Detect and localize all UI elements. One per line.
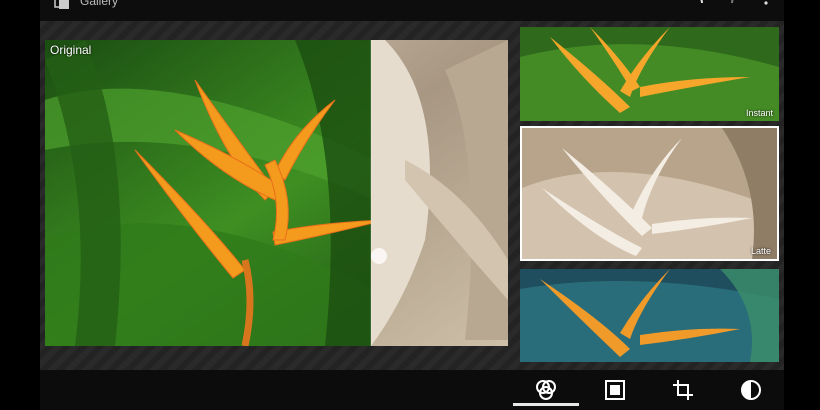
filter-thumb-instant[interactable]: Instant (520, 27, 779, 121)
filter-preview-instant (520, 27, 779, 121)
redo-icon[interactable] (726, 0, 746, 11)
photo-compare-view[interactable]: Original (45, 40, 508, 346)
filter-label: Instant (745, 108, 773, 118)
filter-label: Latte (750, 246, 771, 256)
frame-icon (605, 380, 625, 400)
undo-icon[interactable] (688, 0, 708, 11)
editor-toolbar (40, 370, 784, 410)
photo-preview (45, 40, 508, 346)
overflow-menu-icon[interactable] (756, 0, 776, 11)
filter-preview-latte (522, 128, 777, 259)
tool-adjust[interactable] (718, 370, 784, 410)
action-bar: Gallery (40, 0, 784, 21)
filters-icon (536, 380, 556, 400)
crop-icon (673, 380, 693, 400)
tool-crop[interactable] (650, 370, 716, 410)
compare-slider-handle[interactable] (371, 248, 387, 264)
filter-thumb-vintage[interactable] (520, 269, 779, 362)
filter-thumb-latte[interactable]: Latte (520, 126, 779, 261)
app-gallery-icon[interactable] (54, 0, 70, 10)
filter-preview-teal (520, 269, 779, 362)
tool-filters[interactable] (513, 370, 579, 410)
compare-original-label: Original (50, 43, 92, 57)
adjust-icon (741, 380, 761, 400)
photo-editor-screen: Gallery Original Instant Latte (40, 0, 784, 410)
tool-frame[interactable] (582, 370, 648, 410)
app-title: Gallery (80, 0, 119, 8)
